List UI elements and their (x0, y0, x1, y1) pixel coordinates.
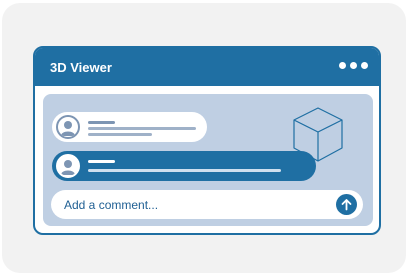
window-title: 3D Viewer (50, 60, 112, 75)
comment-text-line (88, 133, 152, 136)
cube-icon (293, 107, 343, 162)
comment-bubble (52, 112, 207, 142)
comment-placeholder: Add a comment... (64, 198, 159, 212)
more-dots-icon[interactable] (339, 62, 368, 69)
send-button[interactable] (336, 194, 357, 215)
comment-author-line (88, 160, 115, 163)
comment-text-line (88, 169, 281, 172)
comment-input[interactable]: Add a comment... (51, 190, 363, 219)
avatar-icon (56, 115, 80, 139)
viewer-window: 3D Viewer Add a comment... (33, 46, 381, 235)
arrow-up-icon (341, 199, 352, 211)
comment-text-line (88, 127, 196, 130)
card-background: 3D Viewer Add a comment... (2, 3, 406, 273)
comment-author-line (88, 121, 115, 124)
comments-panel: Add a comment... (43, 94, 373, 226)
title-bar: 3D Viewer (35, 48, 379, 86)
comment-bubble-selected (52, 151, 316, 181)
avatar-icon (56, 154, 80, 178)
